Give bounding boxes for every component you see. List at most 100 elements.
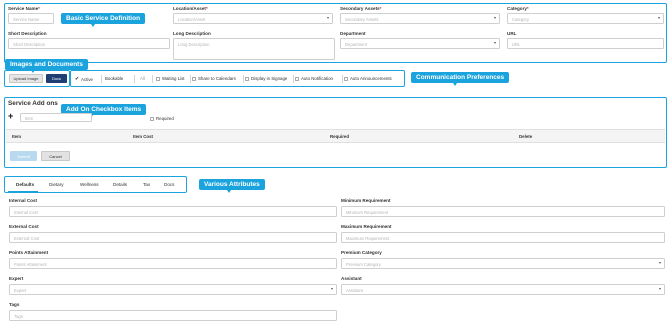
- premium-category-placeholder: Premium Category: [346, 261, 381, 267]
- department-select[interactable]: Department: [340, 38, 500, 49]
- location-asset-label: Location/Asset*: [173, 6, 208, 11]
- basic-service-highlight: [4, 3, 667, 63]
- callout-images-and-documents: Images and Documents: [5, 59, 88, 74]
- minimum-requirement-label: Minimum Requirement: [341, 198, 391, 203]
- service-name-placeholder: Service Name: [13, 16, 40, 22]
- option-waiting-list[interactable]: Waiting List: [156, 76, 185, 81]
- secondary-assets-placeholder: Secondary Assets: [345, 16, 379, 22]
- chevron-down-icon: [658, 17, 660, 20]
- tab-dietary[interactable]: Dietary: [49, 182, 64, 187]
- column-item: Item: [12, 134, 22, 139]
- long-description-textarea[interactable]: Long Description: [173, 38, 335, 60]
- checkbox-icon: [245, 76, 249, 81]
- expert-placeholder: Expert: [14, 287, 27, 293]
- tab-defaults[interactable]: Defaults: [16, 182, 34, 187]
- checkbox-icon: [150, 116, 154, 121]
- checkbox-icon: [156, 76, 160, 81]
- option-auto-notification[interactable]: Auto Notification: [295, 76, 333, 81]
- premium-category-label: Premium Category: [341, 250, 382, 255]
- assistant-label: Assistant: [341, 276, 362, 281]
- points-attainment-label: Points Attainment: [9, 250, 49, 255]
- minimum-requirement-input[interactable]: Minimum Requirement: [341, 206, 665, 217]
- cancel-button[interactable]: Cancel: [41, 151, 70, 161]
- divider: [190, 75, 191, 83]
- secondary-assets-label: Secondary Assets*: [340, 6, 382, 11]
- external-cost-label: External Cost: [9, 224, 39, 229]
- internal-cost-input[interactable]: Internal Cost: [9, 206, 337, 217]
- chevron-down-icon: [331, 288, 333, 291]
- addon-item-placeholder: Item: [25, 116, 34, 121]
- option-all[interactable]: All: [140, 76, 145, 81]
- service-name-label: Service Name*: [8, 6, 40, 11]
- option-active[interactable]: ✔ Active: [75, 76, 93, 82]
- maximum-requirement-label: Maximum Requirement: [341, 224, 392, 229]
- maximum-requirement-input[interactable]: Maximum Requirement: [341, 232, 665, 243]
- location-asset-select[interactable]: Location/Asset: [173, 13, 333, 24]
- short-description-placeholder: Short Description: [13, 41, 46, 47]
- assistant-select[interactable]: Assistant: [341, 284, 665, 295]
- tab-tax[interactable]: Tax: [143, 182, 150, 187]
- points-attainment-input[interactable]: Points Attainment: [9, 258, 337, 269]
- docs-button[interactable]: Docs: [46, 74, 67, 83]
- url-placeholder: URL: [512, 41, 521, 47]
- option-share-to-calendars[interactable]: Share to Calendars: [192, 76, 236, 81]
- chevron-down-icon: [659, 262, 661, 265]
- maximum-requirement-placeholder: Maximum Requirement: [346, 235, 390, 241]
- callout-various-attributes: Various Attributes: [199, 179, 265, 194]
- tab-details[interactable]: Details: [113, 182, 127, 187]
- minimum-requirement-placeholder: Minimum Requirement: [346, 209, 389, 215]
- short-description-label: Short Description: [8, 31, 47, 36]
- column-delete: Delete: [519, 134, 533, 139]
- chevron-down-icon: [327, 17, 329, 20]
- chevron-down-icon: [494, 17, 496, 20]
- divider: [134, 75, 135, 83]
- callout-communication-preferences: Communication Preferences: [411, 72, 510, 87]
- chevron-down-icon: [494, 42, 496, 45]
- option-display-in-signage[interactable]: Display in Signage: [245, 76, 287, 81]
- checkbox-icon: [344, 76, 348, 81]
- service-name-input[interactable]: Service Name: [8, 13, 54, 24]
- chevron-down-icon: [659, 288, 661, 291]
- premium-category-select[interactable]: Premium Category: [341, 258, 665, 269]
- add-icon[interactable]: +: [8, 112, 13, 121]
- addon-required-checkbox[interactable]: Required: [150, 116, 174, 121]
- internal-cost-placeholder: Internal Cost: [14, 209, 38, 215]
- external-cost-input[interactable]: External Cost: [9, 232, 337, 243]
- tags-placeholder: Tags: [14, 313, 23, 319]
- option-auto-announcements[interactable]: Auto Announcements: [344, 76, 392, 81]
- external-cost-placeholder: External Cost: [14, 235, 40, 241]
- column-required: Required: [330, 134, 350, 139]
- upload-image-button[interactable]: Upload Image: [9, 74, 43, 83]
- check-icon: ✔: [75, 76, 80, 82]
- secondary-assets-select[interactable]: Secondary Assets: [340, 13, 500, 24]
- divider: [342, 75, 343, 83]
- active-tab-indicator: [8, 191, 38, 192]
- short-description-input[interactable]: Short Description: [8, 38, 170, 49]
- tab-docs[interactable]: Docs: [164, 182, 174, 187]
- tags-input[interactable]: Tags: [9, 310, 337, 321]
- internal-cost-label: Internal Cost: [9, 198, 38, 203]
- url-input[interactable]: URL: [507, 38, 664, 49]
- checkbox-icon: [192, 76, 196, 81]
- option-bookable[interactable]: Bookable: [105, 76, 123, 81]
- long-description-label: Long Description: [173, 31, 211, 36]
- tags-label: Tags: [9, 302, 20, 307]
- category-select[interactable]: Category: [507, 13, 664, 24]
- addons-title: Service Add ons: [8, 100, 58, 107]
- location-asset-placeholder: Location/Asset: [178, 16, 206, 22]
- expert-label: Expert: [9, 276, 24, 281]
- addon-item-input[interactable]: Item: [20, 113, 92, 122]
- long-description-placeholder: Long Description: [178, 41, 210, 47]
- expert-select[interactable]: Expert: [9, 284, 337, 295]
- assistant-placeholder: Assistant: [346, 287, 363, 293]
- divider: [293, 75, 294, 83]
- category-placeholder: Category: [512, 16, 529, 22]
- submit-button[interactable]: Submit: [10, 151, 37, 161]
- divider: [152, 75, 153, 83]
- column-item-cost: Item Cost: [133, 134, 154, 139]
- department-placeholder: Department: [345, 41, 367, 47]
- url-label: URL: [507, 31, 517, 36]
- department-label: Department: [340, 31, 366, 36]
- checkbox-icon: [295, 76, 299, 81]
- tab-wellness[interactable]: Wellness: [80, 182, 99, 187]
